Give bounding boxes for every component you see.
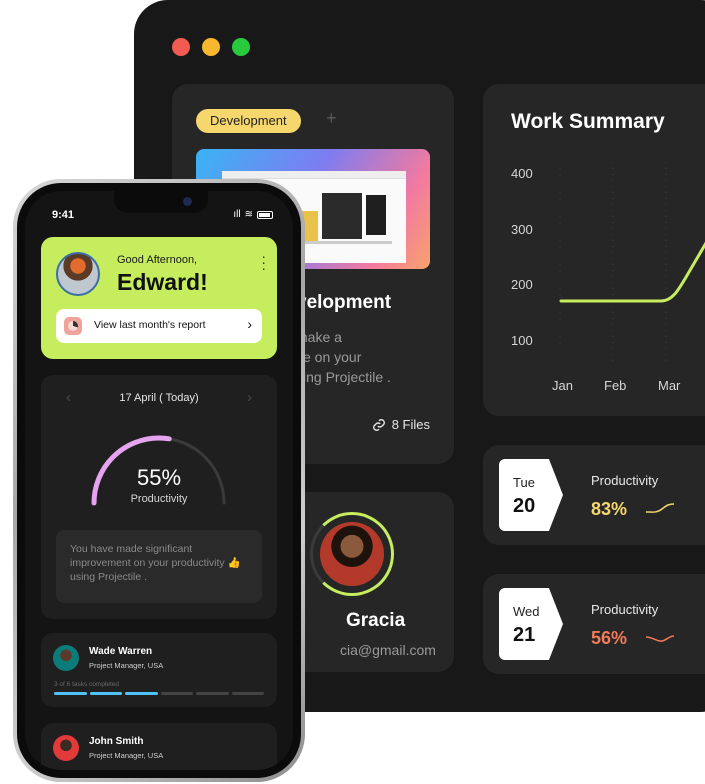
trend-sparkline-icon xyxy=(645,635,675,642)
member-avatar xyxy=(53,735,79,761)
project-description: make a ve on your sing Projectile . xyxy=(296,329,391,385)
project-files[interactable]: 8 Files xyxy=(372,417,430,432)
close-window-button[interactable] xyxy=(172,38,190,56)
user-name: Edward! xyxy=(117,269,208,295)
project-tag[interactable]: Development xyxy=(196,109,301,133)
greeting-text: Good Afternoon, xyxy=(117,254,198,266)
date-tile: Wed 21 xyxy=(499,588,563,660)
user-avatar[interactable] xyxy=(56,252,100,296)
productivity-card: ‹ 17 April ( Today) › 55% Productivity Y… xyxy=(41,375,277,619)
more-options-icon[interactable]: · · · xyxy=(261,249,266,275)
work-summary-chart xyxy=(559,162,705,366)
wifi-icon: ≋ xyxy=(244,209,253,220)
day-productivity-label: Productivity xyxy=(591,602,659,617)
person-name: Gracia xyxy=(346,610,406,631)
task-segment xyxy=(231,692,264,695)
day-productivity-value: 56% xyxy=(591,628,628,648)
files-count: 8 Files xyxy=(391,417,430,432)
work-summary-card: Work Summary 400 300 200 100 Jan Feb Mar xyxy=(483,84,705,416)
project-title: velopment xyxy=(296,292,392,313)
avatar xyxy=(320,522,384,586)
minimize-window-button[interactable] xyxy=(202,38,220,56)
team-member-card[interactable]: Wade Warren Project Manager, USA 3 of 6 … xyxy=(41,633,277,707)
task-segment xyxy=(160,692,193,695)
person-email: cia@gmail.com xyxy=(340,642,436,658)
member-avatar xyxy=(53,645,79,671)
productivity-label: Productivity xyxy=(130,493,188,505)
task-segment xyxy=(196,692,229,695)
window-controls xyxy=(172,38,250,56)
greeting-card: Good Afternoon, Edward! · · · View last mo… xyxy=(41,237,277,359)
add-tag-button[interactable]: + xyxy=(326,108,337,129)
member-role: Project Manager, USA xyxy=(89,751,164,760)
productivity-message: You have made significant improvement on… xyxy=(56,530,262,603)
battery-icon xyxy=(257,210,273,219)
task-segment xyxy=(54,692,87,695)
status-time: 9:41 xyxy=(52,209,75,221)
member-task-progress: 3 of 6 tasks completed xyxy=(54,681,120,688)
day-productivity-label: Productivity xyxy=(591,473,659,488)
productivity-date: 17 April ( Today) xyxy=(119,392,199,404)
signal-icon: ıll xyxy=(233,209,241,220)
day-productivity-value: 83% xyxy=(591,499,628,519)
date-tile: Tue 20 xyxy=(499,459,563,531)
task-segment xyxy=(89,692,122,695)
trend-sparkline-icon xyxy=(645,503,675,513)
phone-notch xyxy=(114,191,208,213)
member-role: Project Manager, USA xyxy=(89,661,164,670)
view-report-label: View last month's report xyxy=(94,319,206,331)
next-day-button[interactable]: › xyxy=(247,389,252,406)
phone-device: 9:41 ıll ≋ Good Afternoon, Edward! · · · V… xyxy=(13,179,305,782)
series-line xyxy=(559,241,705,303)
phone-screen: 9:41 ıll ≋ Good Afternoon, Edward! · · · V… xyxy=(25,191,293,770)
task-segment xyxy=(125,692,158,695)
maximize-window-button[interactable] xyxy=(232,38,250,56)
member-name: Wade Warren xyxy=(89,646,153,657)
day-card[interactable]: Wed 21 Productivity 56% xyxy=(483,574,705,674)
chevron-right-icon: › xyxy=(247,316,252,332)
pie-chart-icon xyxy=(64,317,82,335)
member-name: John Smith xyxy=(89,736,144,747)
status-icons: ıll ≋ xyxy=(233,209,273,220)
view-report-button[interactable]: View last month's report › xyxy=(56,309,262,343)
day-card[interactable]: Tue 20 Productivity 83% xyxy=(483,445,705,545)
task-progress-bar xyxy=(54,692,264,695)
link-icon xyxy=(372,418,385,431)
team-member-card[interactable]: John Smith Project Manager, USA xyxy=(41,723,277,770)
productivity-percent: 55% xyxy=(136,465,182,490)
